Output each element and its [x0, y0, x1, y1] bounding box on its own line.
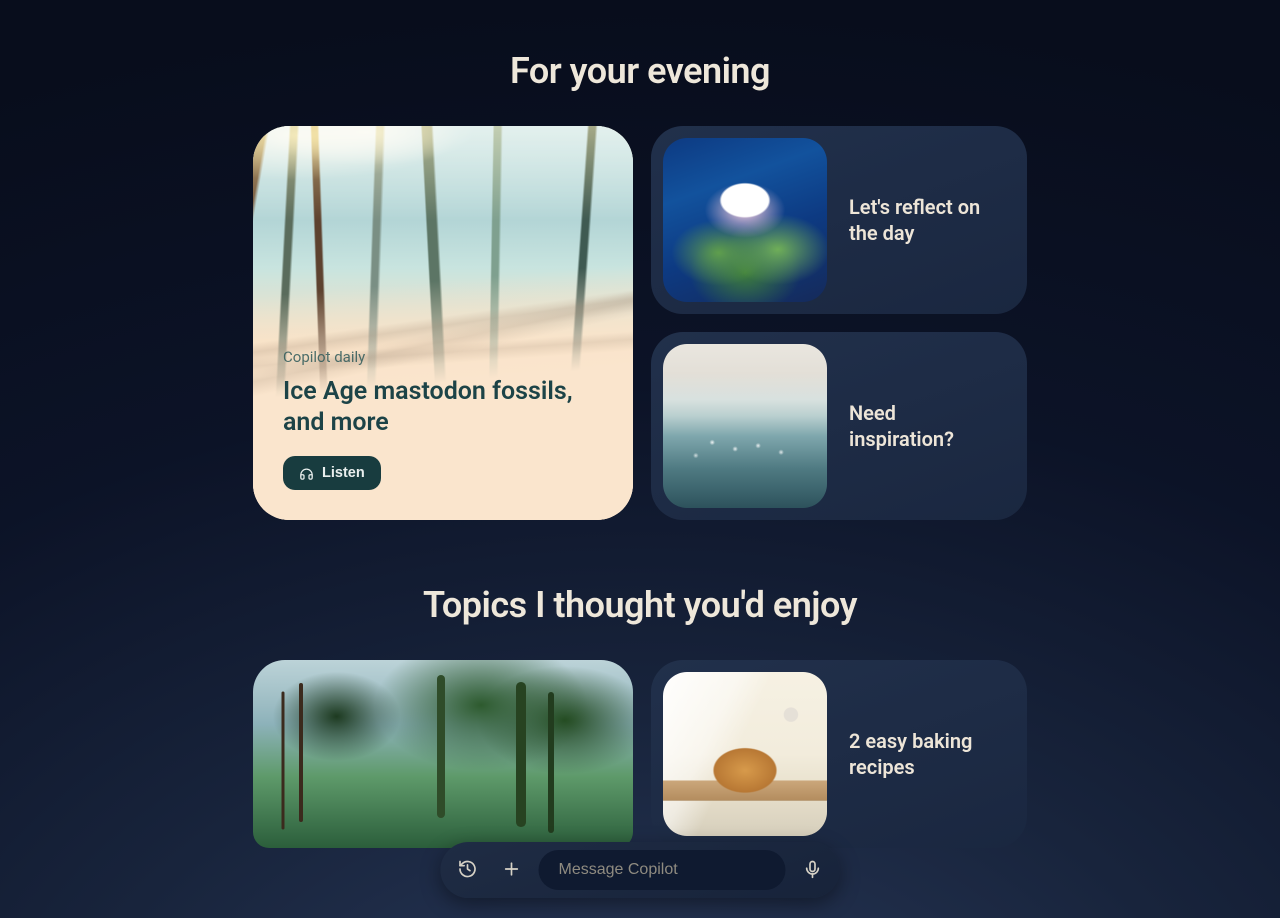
- topics-row: 2 easy baking recipes: [253, 660, 1027, 848]
- card-label: Need inspiration?: [849, 400, 1015, 452]
- history-icon: [458, 859, 478, 882]
- listen-button-label: Listen: [322, 465, 365, 481]
- evening-right-column: Let's reflect on the day Need inspiratio…: [651, 126, 1027, 520]
- topics-right-column: 2 easy baking recipes: [651, 660, 1027, 848]
- feature-content: Copilot daily Ice Age mastodon fossils, …: [253, 348, 633, 521]
- bread-thumbnail: [663, 672, 827, 836]
- history-button[interactable]: [451, 853, 485, 887]
- card-baking[interactable]: 2 easy baking recipes: [651, 660, 1027, 848]
- feature-kicker: Copilot daily: [283, 348, 603, 366]
- plus-icon: [502, 859, 522, 882]
- feature-card[interactable]: Copilot daily Ice Age mastodon fossils, …: [253, 126, 633, 520]
- card-reflect[interactable]: Let's reflect on the day: [651, 126, 1027, 314]
- feature-headline: Ice Age mastodon fossils, and more: [283, 376, 583, 439]
- card-label: Let's reflect on the day: [849, 194, 1015, 246]
- page: For your evening Copilot daily Ice Age m…: [0, 0, 1280, 848]
- message-input-bar: [441, 842, 840, 898]
- message-input[interactable]: [557, 860, 768, 880]
- card-label: 2 easy baking recipes: [849, 728, 1015, 780]
- topics-large-card[interactable]: [253, 660, 633, 848]
- message-input-wrapper[interactable]: [539, 850, 786, 890]
- card-inspiration[interactable]: Need inspiration?: [651, 332, 1027, 520]
- voice-button[interactable]: [796, 853, 830, 887]
- section-title-evening: For your evening: [510, 50, 770, 92]
- microphone-icon: [803, 859, 823, 882]
- headphones-icon: [299, 466, 314, 481]
- ocean-thumbnail: [663, 344, 827, 508]
- lily-thumbnail: [663, 138, 827, 302]
- evening-row: Copilot daily Ice Age mastodon fossils, …: [253, 126, 1027, 520]
- listen-button[interactable]: Listen: [283, 456, 381, 490]
- section-title-topics: Topics I thought you'd enjoy: [423, 584, 857, 626]
- add-button[interactable]: [495, 853, 529, 887]
